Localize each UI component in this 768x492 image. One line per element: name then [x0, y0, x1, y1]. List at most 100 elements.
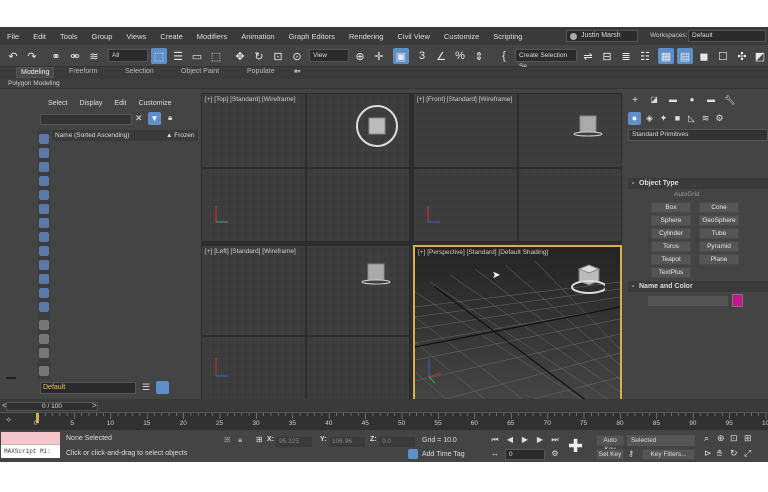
scale-icon[interactable]: ⊡: [270, 48, 286, 64]
layer-manager-icon[interactable]: [156, 381, 169, 394]
display-helpers-icon[interactable]: [39, 204, 49, 214]
select-object-icon[interactable]: ⬚: [151, 48, 167, 64]
play-icon[interactable]: ▶: [520, 435, 530, 445]
manipulate-icon[interactable]: ✛: [371, 48, 387, 64]
key-mode-icon[interactable]: ↔: [490, 449, 500, 459]
filter-icon[interactable]: ▼: [148, 112, 161, 125]
go-to-end-icon[interactable]: ⏭: [550, 435, 560, 445]
field-of-view-icon[interactable]: ⊳: [704, 448, 712, 459]
scene-menu-customize[interactable]: Customize: [138, 100, 171, 107]
menu-group[interactable]: Group: [85, 32, 120, 41]
frozen-column-header[interactable]: ▲ Frozen: [166, 130, 194, 141]
ribbon-tab-selection[interactable]: Selection: [125, 68, 154, 75]
redo-icon[interactable]: ↷: [24, 48, 40, 64]
display-shapes-icon[interactable]: [39, 162, 49, 172]
next-key-icon[interactable]: ▶: [535, 435, 545, 445]
systems-icon[interactable]: ⚙: [713, 112, 726, 125]
textplus-button[interactable]: TextPlus: [651, 267, 691, 278]
y-coord-field[interactable]: 106.96: [329, 437, 365, 447]
rotate-icon[interactable]: ↻: [251, 48, 267, 64]
torus-button[interactable]: Torus: [651, 241, 691, 252]
pan-icon[interactable]: ✋︎: [717, 448, 722, 459]
scene-search-input[interactable]: [40, 114, 132, 125]
primitive-category-select[interactable]: Standard Primitives: [628, 129, 768, 141]
key-selection-set-select[interactable]: Selected: [627, 435, 695, 446]
window-crossing-icon[interactable]: ⬚: [208, 48, 224, 64]
viewport-left-label[interactable]: [+] [Left] [Standard] [Wireframe]: [205, 248, 296, 255]
previous-frame-icon[interactable]: ◀: [505, 435, 515, 445]
set-keys-icon[interactable]: ✚: [568, 436, 583, 457]
box-button[interactable]: Box: [651, 202, 691, 213]
select-invert-icon[interactable]: [39, 348, 49, 358]
set-key-button[interactable]: Set Key: [596, 449, 624, 460]
schematic-view-icon[interactable]: ▤: [677, 48, 693, 64]
move-icon[interactable]: ✥: [232, 48, 248, 64]
spinner-snap-icon[interactable]: ⇕: [471, 48, 487, 64]
display-geometry-icon[interactable]: [39, 148, 49, 158]
display-hidden-icon[interactable]: [39, 302, 49, 312]
ribbon-options-icon[interactable]: ■▾: [294, 68, 301, 75]
menu-scripting[interactable]: Scripting: [486, 32, 529, 41]
cylinder-button[interactable]: Cylinder: [651, 228, 691, 239]
display-lights-icon[interactable]: [39, 176, 49, 186]
next-frame-icon[interactable]: >: [92, 401, 97, 410]
go-to-start-icon[interactable]: ⏮: [490, 435, 500, 445]
cameras-icon[interactable]: ■: [671, 112, 684, 125]
render-frame-icon[interactable]: ✣: [734, 48, 750, 64]
key-filters-button[interactable]: Key Filters...: [642, 449, 695, 460]
render-setup-icon[interactable]: ☐: [715, 48, 731, 64]
user-account-button[interactable]: Justin Marsh: [566, 30, 638, 42]
teapot-button[interactable]: Teapot: [651, 254, 691, 265]
keyboard-shortcut-override-icon[interactable]: ▣: [393, 48, 409, 64]
auto-key-button[interactable]: Auto Key: [596, 435, 624, 453]
rectangular-region-icon[interactable]: ▭: [189, 48, 205, 64]
time-tag-icon[interactable]: [408, 449, 418, 459]
layers-icon[interactable]: ☰: [142, 382, 150, 393]
object-type-rollout[interactable]: Object Type: [628, 178, 768, 189]
sphere-button[interactable]: Sphere: [651, 215, 691, 226]
time-slider[interactable]: 0 / 100: [6, 402, 98, 411]
hierarchy-tab-icon[interactable]: ▬: [666, 95, 680, 107]
geometry-icon[interactable]: ●: [628, 112, 641, 125]
curve-editor-icon[interactable]: ▦: [658, 48, 674, 64]
unlink-icon[interactable]: ⚮: [67, 48, 83, 64]
viewcube-icon[interactable]: [354, 103, 400, 149]
scene-menu-edit[interactable]: Edit: [114, 100, 126, 107]
menu-animation[interactable]: Animation: [234, 32, 281, 41]
tube-button[interactable]: Tube: [699, 228, 739, 239]
display-spacewarps-icon[interactable]: [39, 218, 49, 228]
key-icon[interactable]: ⚷: [628, 449, 634, 458]
z-coord-field[interactable]: 0.0: [379, 437, 415, 447]
bind-space-warp-icon[interactable]: ≋: [86, 48, 102, 64]
menu-edit[interactable]: Edit: [26, 32, 53, 41]
lock-icon[interactable]: 🔒︎: [168, 113, 172, 123]
edit-named-selection-icon[interactable]: {: [496, 48, 512, 64]
zoom-all-icon[interactable]: ⊕: [717, 433, 725, 444]
absolute-mode-icon[interactable]: ⊞: [256, 435, 263, 444]
layer-explorer-icon[interactable]: ☷: [637, 48, 653, 64]
display-bones-icon[interactable]: [39, 260, 49, 270]
zoom-extents-all-icon[interactable]: ⊞: [744, 433, 752, 444]
pivot-center-icon[interactable]: ⊕: [352, 48, 368, 64]
isolate-selection-icon[interactable]: ⊞: [224, 435, 231, 444]
geosphere-button[interactable]: GeoSphere: [699, 215, 739, 226]
menu-rendering[interactable]: Rendering: [342, 32, 391, 41]
mirror-icon[interactable]: ⇌: [580, 48, 596, 64]
named-selection-select[interactable]: Create Selection Se: [515, 49, 577, 70]
render-icon[interactable]: ◩: [752, 48, 768, 64]
ribbon-tab-object-paint[interactable]: Object Paint: [181, 68, 219, 75]
percent-snap-icon[interactable]: %: [452, 48, 468, 64]
space-warps-icon[interactable]: ≋: [699, 112, 712, 125]
curve-editor-mini-icon[interactable]: ⟡: [6, 415, 11, 425]
menu-customize[interactable]: Customize: [437, 32, 486, 41]
ribbon-tab-populate[interactable]: Populate: [247, 68, 275, 75]
scene-menu-select[interactable]: Select: [48, 100, 67, 107]
display-frozen-icon[interactable]: [39, 288, 49, 298]
object-name-input[interactable]: [648, 296, 728, 306]
autogrid-checkbox[interactable]: AutoGrid: [674, 191, 700, 198]
clear-search-icon[interactable]: ✕: [135, 113, 143, 124]
motion-tab-icon[interactable]: ●: [685, 95, 699, 107]
orbit-icon[interactable]: ↻: [730, 448, 738, 459]
menu-civil-view[interactable]: Civil View: [390, 32, 436, 41]
menu-graph-editors[interactable]: Graph Editors: [282, 32, 342, 41]
